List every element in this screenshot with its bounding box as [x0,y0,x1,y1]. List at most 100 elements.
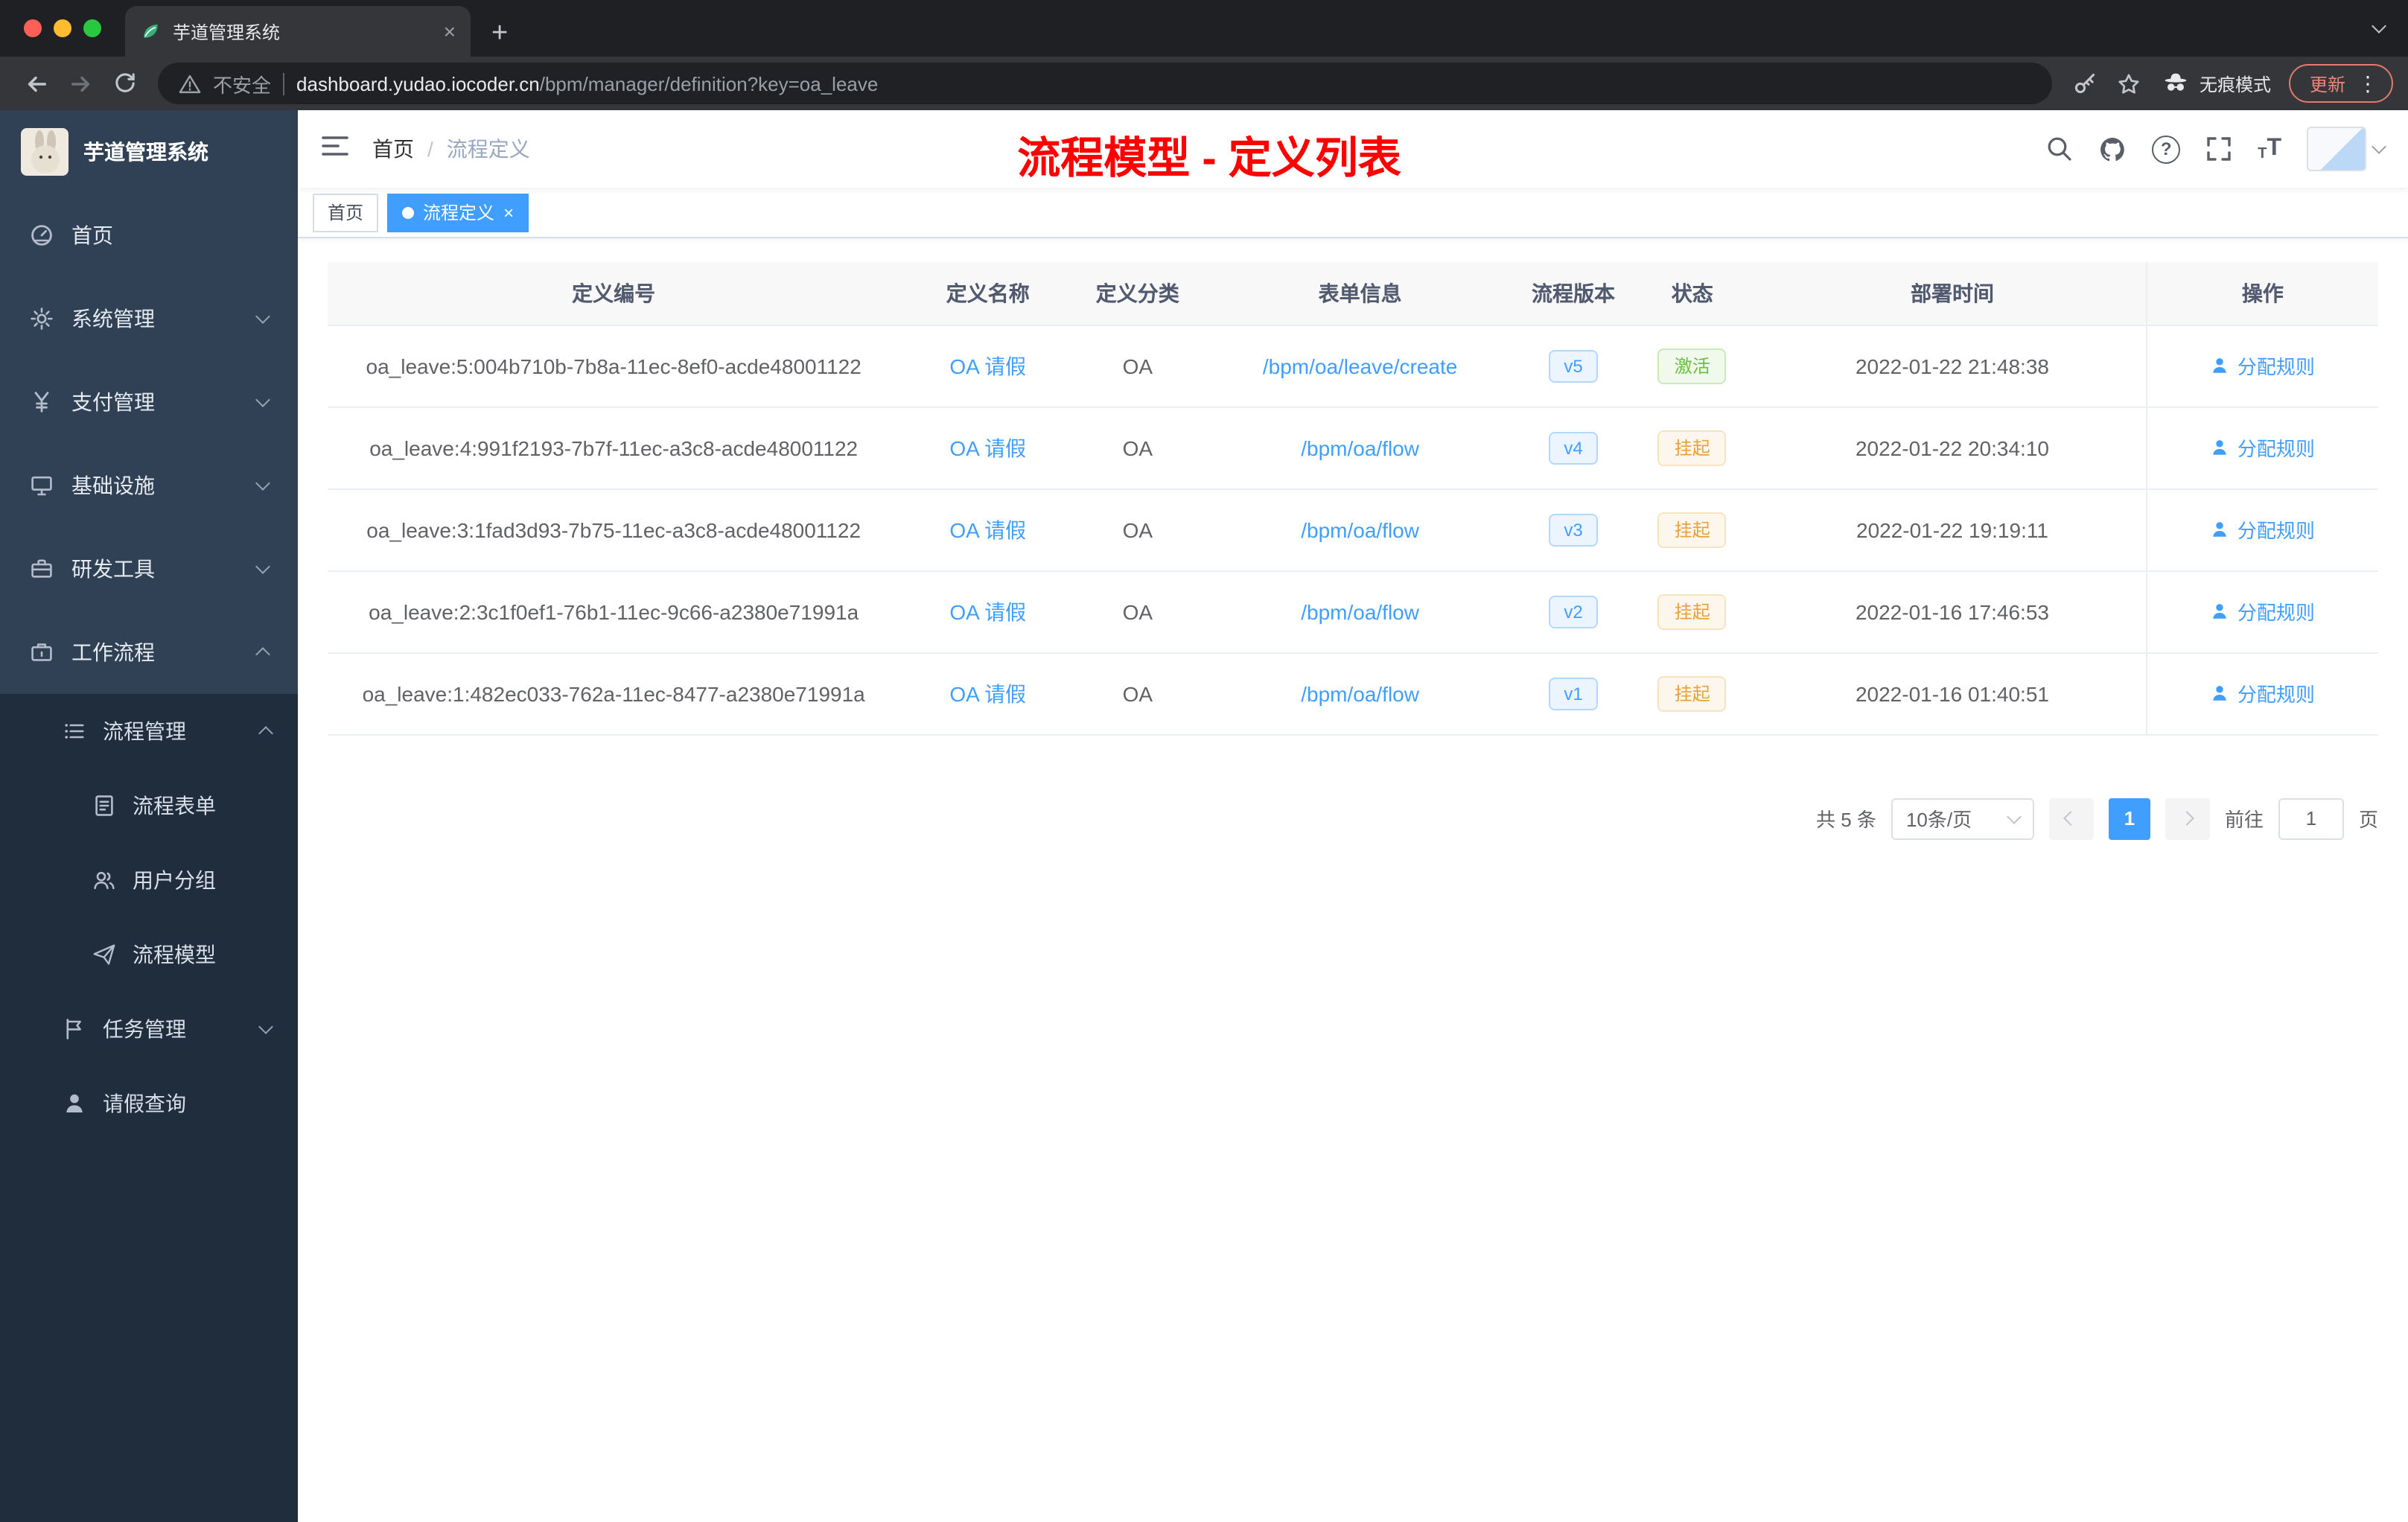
pagination: 共 5 条 10条/页 1 前往 页 [328,797,2378,839]
tab-close-icon[interactable]: × [444,19,456,43]
definition-name-link[interactable]: OA 请假 [899,407,1077,489]
monitor-icon [31,476,52,496]
tag-process-definition[interactable]: 流程定义 × [387,193,529,232]
sidebar-item-user-groups[interactable]: 用户分组 [0,843,298,917]
tag-close-icon[interactable]: × [503,203,514,221]
sidebar-item-process-management[interactable]: 流程管理 [0,694,298,768]
assign-rule-button[interactable]: 分配规则 [2211,679,2315,707]
cell-operations: 分配规则 [2145,325,2378,407]
sidebar-item-workflow[interactable]: 工作流程 [0,611,298,694]
navbar-actions: ? TT [2046,127,2386,171]
sidebar-item-leave-query[interactable]: 请假查询 [0,1066,298,1141]
cell-category: OA [1076,488,1200,571]
form-link[interactable]: /bpm/oa/flow [1199,407,1521,489]
browser-tab[interactable]: 芋道管理系统 × [125,6,471,57]
action-label: 分配规则 [2237,356,2315,378]
window-zoom-button[interactable] [83,19,101,37]
address-bar[interactable]: 不安全 dashboard.yudao.iocoder.cn/bpm/manag… [158,63,2052,104]
current-page-button[interactable]: 1 [2108,797,2150,839]
back-button[interactable] [15,63,57,104]
sidebar-item-process-forms[interactable]: 流程表单 [0,768,298,843]
sidebar-item-process-models[interactable]: 流程模型 [0,917,298,992]
definition-name-link[interactable]: OA 请假 [899,488,1077,571]
github-icon[interactable] [2098,135,2127,163]
definition-table: 定义编号 定义名称 定义分类 表单信息 流程版本 状态 部署时间 操作 oa_l [328,262,2378,735]
sidebar-item-label: 用户分组 [133,868,216,892]
new-tab-button[interactable]: + [491,19,508,48]
help-button[interactable]: ? [2152,135,2181,163]
column-header-version: 流程版本 [1520,262,1626,325]
page-size-select[interactable]: 10条/页 [1891,797,2034,839]
cell-status: 挂起 [1625,407,1759,489]
cell-status: 挂起 [1625,488,1759,571]
sidebar-item-payment-management[interactable]: 支付管理 [0,360,298,444]
form-link[interactable]: /bpm/oa/leave/create [1199,325,1521,407]
sidebar-item-task-management[interactable]: 任务管理 [0,992,298,1066]
security-warning-icon [179,74,201,93]
breadcrumb-current: 流程定义 [446,137,530,161]
font-size-button[interactable]: TT [2258,136,2281,162]
window-minimize-button[interactable] [54,19,71,37]
sidebar-item-home[interactable]: 首页 [0,194,298,277]
form-document-icon [95,795,113,816]
person-icon [2214,358,2227,373]
sidebar-top-section: 芋道管理系统 首页 系统管理 支付管理 基础设施 研发工具 工作流程 [0,110,298,694]
password-key-button[interactable] [2064,63,2106,104]
cell-status: 激活 [1625,325,1759,407]
form-link[interactable]: /bpm/oa/flow [1199,488,1521,571]
sidebar-item-infrastructure[interactable]: 基础设施 [0,444,298,527]
assign-rule-button[interactable]: 分配规则 [2211,597,2315,625]
browser-toolbar: 不安全 dashboard.yudao.iocoder.cn/bpm/manag… [0,57,2408,110]
assign-rule-button[interactable]: 分配规则 [2211,515,2315,544]
sidebar-item-system-management[interactable]: 系统管理 [0,277,298,360]
sidebar-item-label: 支付管理 [71,390,155,414]
cell-operations: 分配规则 [2145,570,2378,653]
incognito-label: 无痕模式 [2199,74,2271,95]
sidebar-item-label: 流程管理 [103,719,186,743]
dashboard-icon [31,225,52,246]
bookmark-star-button[interactable] [2109,63,2150,104]
person-icon [2214,686,2227,701]
table-row: oa_leave:2:3c1f0ef1-76b1-11ec-9c66-a2380… [328,570,2378,653]
hamburger-icon [322,136,348,155]
next-page-button[interactable] [2165,797,2210,839]
refresh-button[interactable] [104,63,146,104]
cell-operations: 分配规则 [2145,652,2378,735]
menu-dots-icon[interactable]: ⋮ [2357,71,2378,96]
action-label: 分配规则 [2237,602,2315,624]
tag-home[interactable]: 首页 [313,193,379,232]
version-badge: v3 [1549,513,1598,546]
version-badge: v5 [1549,349,1598,382]
fullscreen-icon[interactable] [2205,136,2232,162]
assign-rule-button[interactable]: 分配规则 [2211,433,2315,462]
column-header-operations: 操作 [2145,262,2378,325]
security-label: 不安全 [213,74,272,96]
form-link[interactable]: /bpm/oa/flow [1199,652,1521,735]
user-avatar-menu[interactable] [2307,127,2386,171]
breadcrumb-home[interactable]: 首页 [372,134,414,164]
sidebar-item-dev-tools[interactable]: 研发工具 [0,527,298,611]
form-link[interactable]: /bpm/oa/flow [1199,570,1521,653]
goto-page-input[interactable] [2278,797,2344,839]
definition-name-link[interactable]: OA 请假 [899,325,1077,407]
tag-label: 流程定义 [423,203,495,223]
chevron-down-icon [2372,139,2386,154]
breadcrumb-separator: / [427,137,433,161]
forward-button[interactable] [60,63,101,104]
action-label: 分配规则 [2237,684,2315,706]
hamburger-menu-button[interactable] [322,133,348,165]
assign-rule-button[interactable]: 分配规则 [2211,351,2315,380]
prev-page-button[interactable] [2048,797,2094,839]
definition-name-link[interactable]: OA 请假 [899,570,1077,653]
briefcase-icon [31,643,52,661]
cell-category: OA [1076,652,1200,735]
search-icon[interactable] [2046,136,2073,162]
sidebar: 芋道管理系统 首页 系统管理 支付管理 基础设施 研发工具 工作流程 流程管理 … [0,110,298,1522]
definition-name-link[interactable]: OA 请假 [899,652,1077,735]
window-close-button[interactable] [24,19,42,37]
cell-operations: 分配规则 [2145,488,2378,571]
chrome-update-button[interactable]: 更新 ⋮ [2288,64,2393,103]
chevron-left-icon [2064,811,2079,826]
tab-search-button[interactable] [2372,12,2386,39]
list-icon [65,724,84,739]
